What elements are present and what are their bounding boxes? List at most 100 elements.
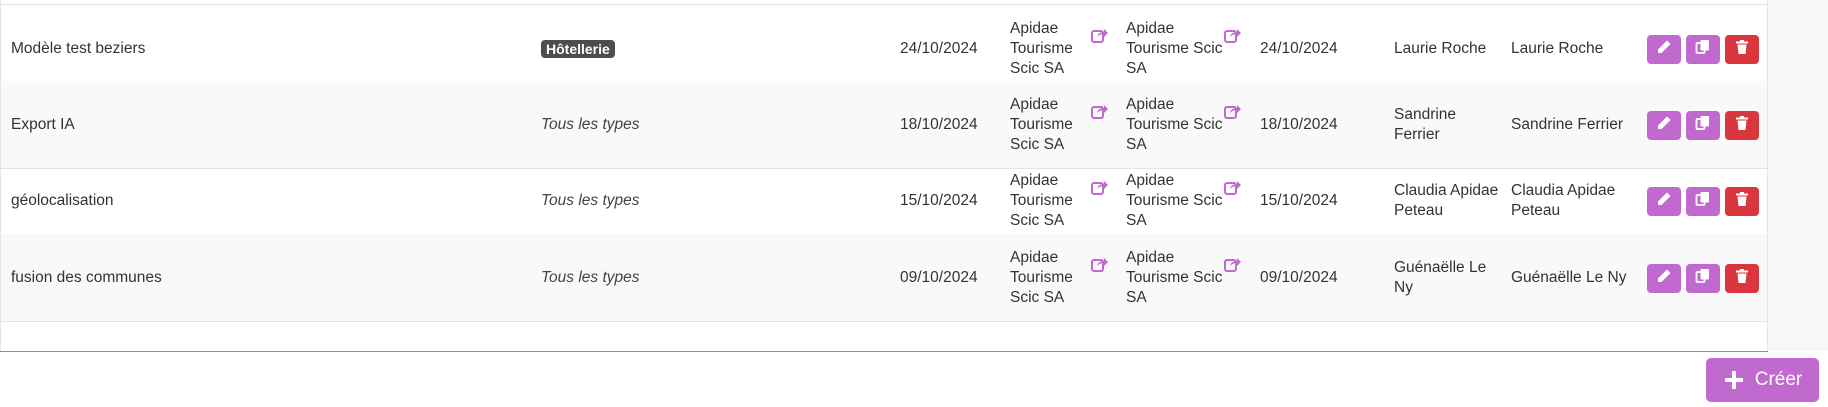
type-text: Tous les types [541,269,640,286]
edit-button[interactable] [1647,187,1681,216]
type-cell: Tous les types [541,234,841,322]
delete-button[interactable] [1725,111,1759,140]
create-button[interactable]: Créer [1706,358,1819,402]
pencil-icon [1656,191,1672,213]
creation-date-cell: 24/10/2024 [900,5,1000,93]
create-button-label: Créer [1754,369,1803,390]
modified-by-cell: Sandrine Ferrier [1511,81,1636,169]
created-by: Claudia Apidae Peteau [1394,182,1499,219]
export-name-cell: Modèle test beziers [11,5,511,93]
export-name: fusion des communes [11,269,162,286]
share-icon[interactable] [1091,103,1108,119]
export-name: Export IA [11,116,75,133]
creator-organization-cell: Apidae Tourisme Scic SA [1126,234,1246,322]
modified-by-cell: Claudia Apidae Peteau [1511,157,1636,245]
duplicate-button[interactable] [1686,264,1720,293]
table-row[interactable]: géolocalisation Tous les types 15/10/202… [1,157,1767,245]
owner-organization-cell: Apidae Tourisme Scic SA [1010,157,1120,245]
modification-date-cell: 18/10/2024 [1260,81,1360,169]
row-actions [1647,111,1759,140]
owner-organization: Apidae Tourisme Scic SA [1010,172,1073,229]
pencil-icon [1656,268,1672,290]
created-by: Guénaëlle Le Ny [1394,259,1487,296]
type-cell: Tous les types [541,81,841,169]
delete-button[interactable] [1725,187,1759,216]
modified-by: Sandrine Ferrier [1511,116,1623,133]
creator-organization-cell: Apidae Tourisme Scic SA [1126,5,1246,93]
copy-icon [1695,268,1711,290]
creation-date: 18/10/2024 [900,116,978,133]
owner-organization-cell: Apidae Tourisme Scic SA [1010,5,1120,93]
modified-by-cell: Laurie Roche [1511,5,1636,93]
copy-icon [1695,191,1711,213]
modified-by: Claudia Apidae Peteau [1511,182,1616,219]
delete-button[interactable] [1725,35,1759,64]
owner-organization: Apidae Tourisme Scic SA [1010,96,1073,153]
creator-organization: Apidae Tourisme Scic SA [1126,172,1223,229]
scrollbar-track[interactable] [1768,0,1828,351]
results-table: Modèle test beziers Hôtellerie 24/10/202… [0,0,1768,351]
row-actions [1647,187,1759,216]
delete-button[interactable] [1725,264,1759,293]
edit-button[interactable] [1647,35,1681,64]
creator-organization-cell: Apidae Tourisme Scic SA [1126,157,1246,245]
trash-icon [1734,268,1750,290]
creation-date: 09/10/2024 [900,269,978,286]
type-cell: Tous les types [541,157,841,245]
copy-icon [1695,115,1711,137]
creator-organization: Apidae Tourisme Scic SA [1126,20,1223,77]
share-icon[interactable] [1091,256,1108,272]
owner-organization-cell: Apidae Tourisme Scic SA [1010,234,1120,322]
modification-date: 09/10/2024 [1260,269,1338,286]
share-icon[interactable] [1091,179,1108,195]
plus-icon [1724,371,1743,389]
duplicate-button[interactable] [1686,187,1720,216]
share-icon[interactable] [1224,179,1241,195]
export-name: géolocalisation [11,192,114,209]
share-icon[interactable] [1091,27,1108,43]
modification-date: 24/10/2024 [1260,40,1338,57]
table-row[interactable]: Modèle test beziers Hôtellerie 24/10/202… [1,4,1767,92]
share-icon[interactable] [1224,27,1241,43]
creation-date-cell: 15/10/2024 [900,157,1000,245]
trash-icon [1734,115,1750,137]
trash-icon [1734,39,1750,61]
created-by: Sandrine Ferrier [1394,106,1457,143]
created-by: Laurie Roche [1394,40,1487,57]
edit-button[interactable] [1647,111,1681,140]
row-actions [1647,35,1759,64]
creation-date: 15/10/2024 [900,192,978,209]
table-row[interactable]: Export IA Tous les types 18/10/2024 Apid… [1,81,1767,169]
creator-organization: Apidae Tourisme Scic SA [1126,96,1223,153]
modified-by: Guénaëlle Le Ny [1511,269,1627,286]
modification-date: 18/10/2024 [1260,116,1338,133]
export-name-cell: géolocalisation [11,157,511,245]
modification-date-cell: 09/10/2024 [1260,234,1360,322]
created-by-cell: Sandrine Ferrier [1394,81,1504,169]
created-by-cell: Laurie Roche [1394,5,1504,93]
edit-button[interactable] [1647,264,1681,293]
row-actions [1647,264,1759,293]
modification-date-cell: 15/10/2024 [1260,157,1360,245]
pencil-icon [1656,39,1672,61]
created-by-cell: Guénaëlle Le Ny [1394,234,1504,322]
modification-date-cell: 24/10/2024 [1260,5,1360,93]
modified-by: Laurie Roche [1511,40,1604,57]
export-name-cell: fusion des communes [11,234,511,322]
type-text: Tous les types [541,192,640,209]
duplicate-button[interactable] [1686,111,1720,140]
modification-date: 15/10/2024 [1260,192,1338,209]
trash-icon [1734,191,1750,213]
share-icon[interactable] [1224,256,1241,272]
modified-by-cell: Guénaëlle Le Ny [1511,234,1636,322]
export-name: Modèle test beziers [11,40,146,57]
type-text: Tous les types [541,116,640,133]
owner-organization: Apidae Tourisme Scic SA [1010,249,1073,306]
creator-organization: Apidae Tourisme Scic SA [1126,249,1223,306]
copy-icon [1695,39,1711,61]
share-icon[interactable] [1224,103,1241,119]
table-bottom-border [0,351,1768,352]
duplicate-button[interactable] [1686,35,1720,64]
table-row[interactable]: fusion des communes Tous les types 09/10… [1,234,1767,322]
creation-date-cell: 18/10/2024 [900,81,1000,169]
